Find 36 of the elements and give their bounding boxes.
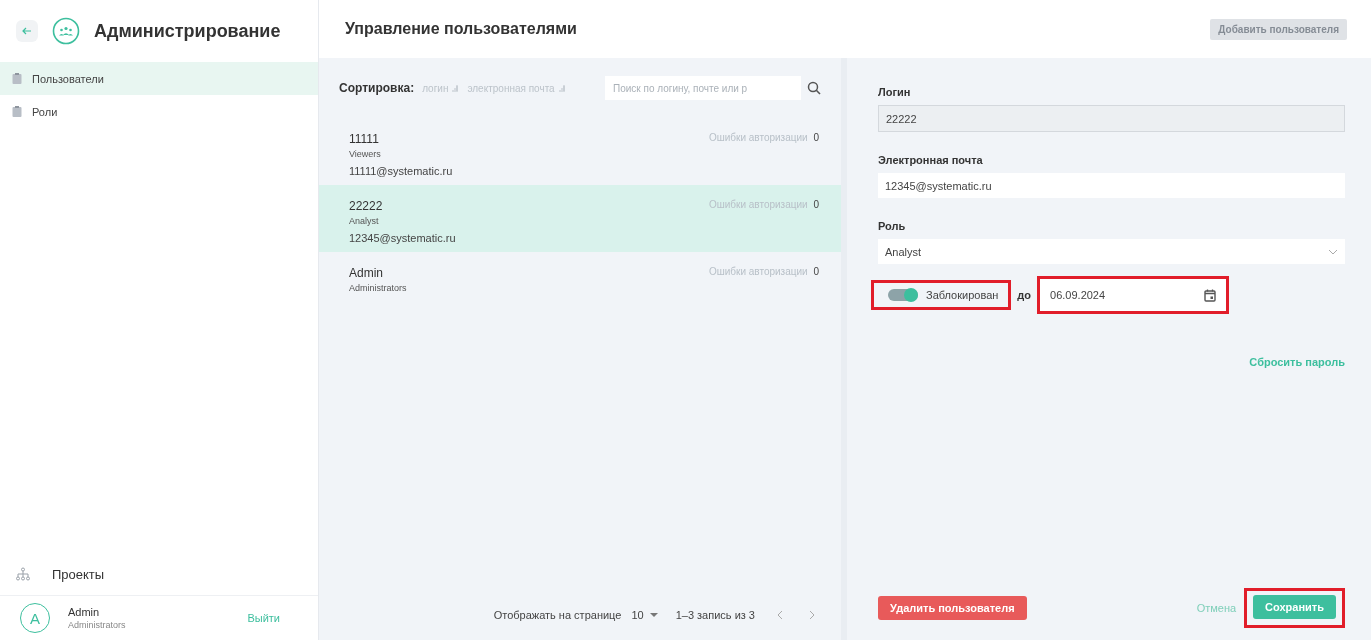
- chevron-right-icon: [809, 609, 815, 620]
- calendar-icon: [1204, 288, 1217, 302]
- per-page-label: Отображать на странице: [493, 609, 622, 621]
- role-select[interactable]: Analyst: [878, 239, 1345, 264]
- clipboard-icon: [12, 73, 22, 84]
- sort-label: Сортировка:: [339, 81, 415, 95]
- per-page-select[interactable]: 10: [631, 609, 658, 621]
- sort-icon: [557, 84, 566, 92]
- login-field[interactable]: 22222: [878, 105, 1345, 132]
- sort-icon: [451, 84, 460, 92]
- sidebar-item[interactable]: Роли: [0, 95, 318, 128]
- page-title: Управление пользователями: [345, 20, 578, 38]
- users-icon: [52, 17, 80, 45]
- caret-icon: [649, 612, 658, 618]
- until-label: до: [1017, 289, 1032, 301]
- field-label: Роль: [878, 220, 907, 232]
- clipboard-icon: [12, 106, 22, 117]
- hierarchy-icon: [16, 567, 30, 581]
- arrow-left-icon: [22, 26, 32, 36]
- projects-link[interactable]: Проекты: [0, 553, 318, 596]
- toggle-switch[interactable]: [888, 289, 918, 301]
- sidebar-item[interactable]: Пользователи: [0, 62, 318, 95]
- chevron-down-icon: [1328, 248, 1338, 255]
- section-title: Администрирование: [94, 20, 281, 42]
- search-icon: [807, 81, 821, 95]
- email-field[interactable]: 12345@systematic.ru: [878, 173, 1345, 198]
- search-field[interactable]: Поиск по логину, почте или р: [605, 76, 801, 100]
- field-label: Логин: [878, 86, 912, 98]
- toggle-label: Заблокирован: [926, 289, 999, 301]
- date-field[interactable]: 06.09.2024: [1040, 279, 1227, 311]
- back-button[interactable]: [16, 20, 38, 42]
- user-name: Admin: [68, 606, 101, 618]
- chevron-left-icon: [777, 609, 783, 620]
- page-range: 1–3 запись из 3: [675, 609, 755, 621]
- field-label: Электронная почта: [878, 154, 984, 166]
- user-role: Administrators: [68, 620, 127, 630]
